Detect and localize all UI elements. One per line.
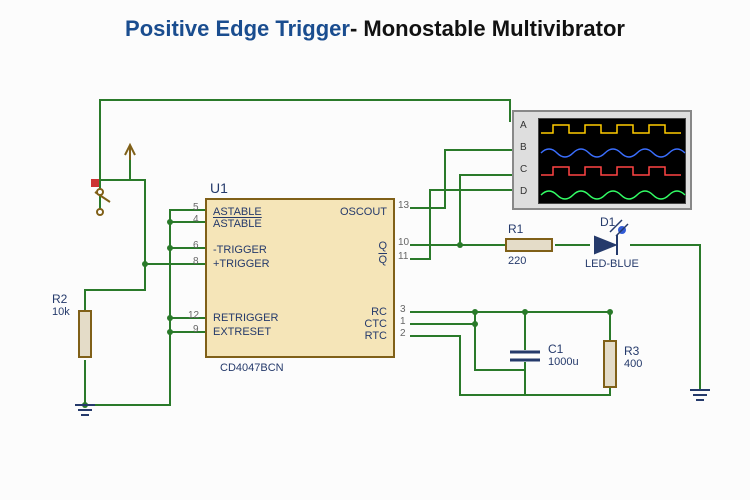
pinnum-1: 1 — [400, 316, 406, 327]
pinnum-10: 10 — [398, 237, 409, 248]
resistor-r1 — [505, 238, 553, 252]
pin-label-qbar: Q — [378, 254, 387, 266]
pinnum-8: 8 — [193, 256, 199, 267]
pin-label-ntrig: -TRIGGER — [213, 244, 267, 256]
title-rest: - Monostable Multivibrator — [350, 16, 625, 41]
r3-ref: R3 — [624, 344, 639, 358]
c1-ref: C1 — [548, 342, 563, 356]
switch-term-top — [96, 188, 104, 196]
pinnum-4: 4 — [193, 214, 199, 225]
scope-screen — [538, 118, 686, 204]
scope-ch-a: A — [520, 120, 527, 131]
pin-label-oscout: OSCOUT — [340, 206, 387, 218]
oscilloscope: A B C D — [512, 110, 692, 210]
pinnum-6: 6 — [193, 240, 199, 251]
r3-val: 400 — [624, 358, 642, 370]
r2-ref: R2 — [52, 292, 67, 306]
ic-partno: CD4047BCN — [220, 362, 284, 374]
pinnum-11: 11 — [398, 251, 408, 262]
pinnum-12: 12 — [188, 310, 199, 321]
scope-ch-d: D — [520, 186, 527, 197]
pinnum-5: 5 — [193, 202, 199, 213]
pin-label-astable1: ASTABLE — [213, 206, 262, 218]
title-accent: Positive Edge Trigger — [125, 16, 350, 41]
scope-waveforms — [539, 119, 687, 205]
resistor-r2 — [78, 310, 92, 358]
pin-label-ctc: CTC — [364, 318, 387, 330]
resistor-r3 — [603, 340, 617, 388]
schematic-canvas: ASTABLE ASTABLE -TRIGGER +TRIGGER RETRIG… — [0, 60, 750, 500]
pin-label-rc: RC — [371, 306, 387, 318]
pin-label-extreset: EXTRESET — [213, 326, 271, 338]
pinnum-9: 9 — [193, 324, 199, 335]
pin-label-ptrig: +TRIGGER — [213, 258, 270, 270]
switch-term-bot — [96, 208, 104, 216]
pin-label-q: Q — [378, 240, 387, 252]
pinnum-2: 2 — [400, 328, 406, 339]
d1-val: LED-BLUE — [585, 258, 639, 270]
scope-ch-c: C — [520, 164, 527, 175]
c1-val: 1000u — [548, 356, 579, 368]
pin-label-rtc: RTC — [365, 330, 387, 342]
scope-ch-b: B — [520, 142, 527, 153]
r2-val: 10k — [52, 306, 70, 318]
r1-ref: R1 — [508, 222, 523, 236]
pin-label-astable2: ASTABLE — [213, 218, 262, 230]
r1-val: 220 — [508, 255, 526, 267]
d1-ref: D1 — [600, 215, 615, 229]
diagram-title: Positive Edge Trigger- Monostable Multiv… — [0, 0, 750, 50]
ic-cd4047: ASTABLE ASTABLE -TRIGGER +TRIGGER RETRIG… — [205, 198, 395, 358]
pinnum-13: 13 — [398, 200, 409, 211]
pinnum-3: 3 — [400, 304, 406, 315]
pin-label-retrig: RETRIGGER — [213, 312, 278, 324]
ic-refdes: U1 — [210, 180, 228, 196]
